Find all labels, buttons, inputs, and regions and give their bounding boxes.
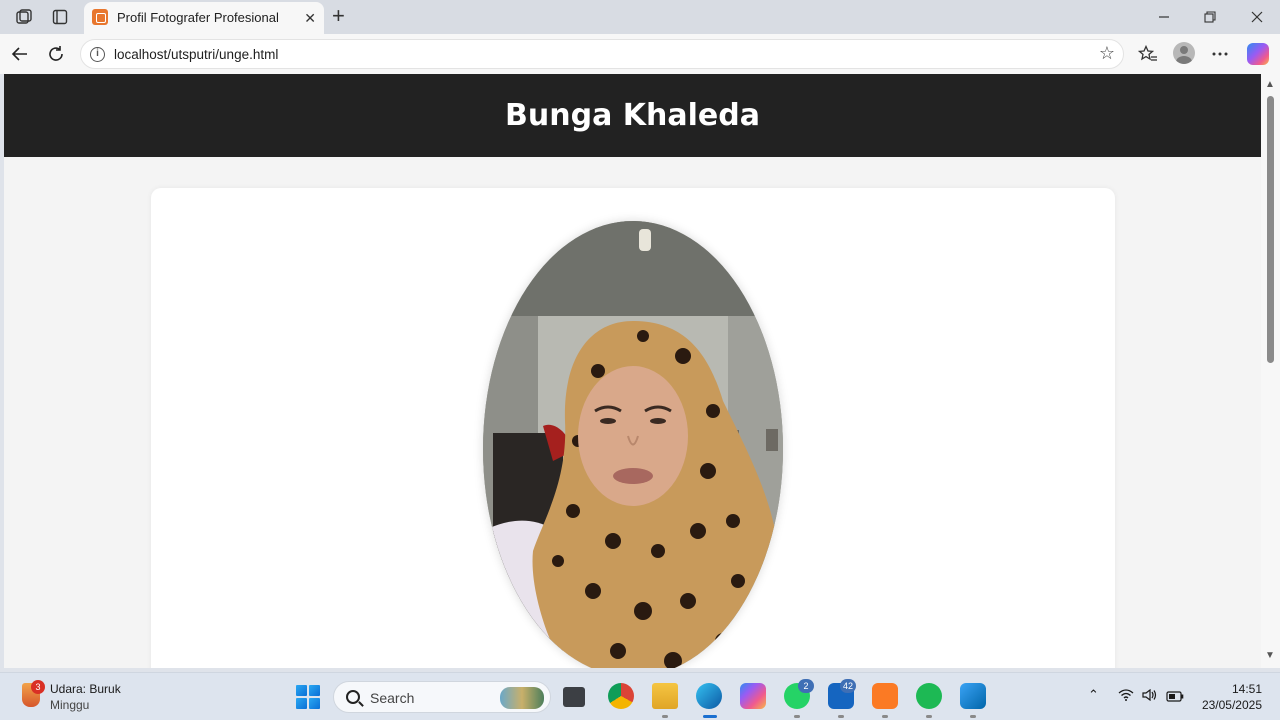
scrollbar-thumb[interactable] bbox=[1267, 96, 1274, 363]
store-badge: 42 bbox=[840, 679, 857, 693]
store-running bbox=[838, 715, 844, 718]
star-icon[interactable]: ☆ bbox=[1099, 43, 1115, 64]
xampp-favicon-icon bbox=[92, 9, 108, 25]
info-icon[interactable]: i bbox=[90, 47, 105, 62]
scroll-down-icon[interactable]: ▼ bbox=[1265, 650, 1275, 661]
copilot-app-icon[interactable] bbox=[740, 683, 766, 709]
vscode-icon[interactable] bbox=[960, 683, 986, 709]
spotify-running bbox=[926, 715, 932, 718]
edge-icon[interactable] bbox=[696, 683, 722, 709]
xampp-running bbox=[882, 715, 888, 718]
xampp-icon[interactable] bbox=[872, 683, 898, 709]
refresh-icon[interactable] bbox=[44, 42, 68, 66]
search-placeholder[interactable]: Search bbox=[370, 690, 414, 706]
whatsapp-badge: 2 bbox=[798, 679, 814, 693]
page-viewport: Bunga Khaleda bbox=[4, 74, 1261, 668]
file-explorer-icon[interactable] bbox=[652, 683, 678, 709]
chevron-up-icon[interactable]: ⌃ bbox=[1088, 687, 1099, 703]
close-icon[interactable] bbox=[1245, 6, 1269, 28]
weather-day[interactable]: Minggu bbox=[50, 698, 89, 712]
start-icon[interactable] bbox=[296, 685, 320, 709]
address-bar[interactable]: i localhost/utsputri/unge.html ☆ bbox=[80, 39, 1124, 69]
profile-icon[interactable] bbox=[1173, 42, 1195, 64]
wifi-icon[interactable] bbox=[1118, 689, 1134, 704]
page-scrollbar[interactable]: ▲ ▼ bbox=[1261, 74, 1280, 668]
tab-bar: Profil Fotografer Profesional ✕ + bbox=[0, 0, 1280, 34]
profile-card bbox=[151, 188, 1115, 668]
task-view-icon[interactable] bbox=[563, 687, 585, 707]
tab-actions-icon[interactable] bbox=[47, 5, 73, 29]
scroll-up-icon[interactable]: ▲ bbox=[1265, 79, 1275, 90]
workspaces-icon[interactable] bbox=[11, 5, 37, 29]
more-icon[interactable] bbox=[1208, 42, 1232, 66]
weather-status[interactable]: Udara: Buruk bbox=[50, 682, 121, 696]
close-tab-icon[interactable]: ✕ bbox=[304, 10, 316, 26]
tab-title: Profil Fotografer Profesional bbox=[117, 10, 279, 25]
address-text[interactable]: localhost/utsputri/unge.html bbox=[114, 47, 278, 62]
whatsapp-running bbox=[794, 715, 800, 718]
vscode-running bbox=[970, 715, 976, 718]
clock-date[interactable]: 23/05/2025 bbox=[1196, 698, 1262, 712]
volume-icon[interactable] bbox=[1142, 688, 1158, 704]
page-title: Bunga Khaleda bbox=[505, 98, 760, 133]
site-header: Bunga Khaleda bbox=[4, 74, 1261, 157]
spotify-icon[interactable] bbox=[916, 683, 942, 709]
back-icon[interactable] bbox=[8, 42, 32, 66]
file-explorer-running bbox=[662, 715, 668, 718]
search-highlight-icon bbox=[500, 687, 544, 709]
new-tab-button[interactable]: + bbox=[332, 5, 345, 27]
battery-icon[interactable] bbox=[1166, 690, 1184, 705]
search-icon bbox=[346, 690, 360, 704]
taskbar: 3 Udara: Buruk Minggu Search 2 42 ⌃ 14:5… bbox=[0, 672, 1280, 720]
navigation-bar: i localhost/utsputri/unge.html ☆ bbox=[0, 34, 1280, 74]
weather-badge: 3 bbox=[31, 680, 45, 694]
restore-icon[interactable] bbox=[1198, 6, 1222, 28]
copilot-icon[interactable] bbox=[1247, 43, 1269, 65]
active-tab[interactable]: Profil Fotografer Profesional ✕ bbox=[84, 2, 324, 34]
taskbar-search[interactable]: Search bbox=[333, 681, 551, 713]
profile-photo bbox=[483, 221, 783, 668]
favorites-icon[interactable] bbox=[1136, 42, 1160, 66]
minimize-icon[interactable] bbox=[1152, 6, 1176, 28]
chrome-icon[interactable] bbox=[608, 683, 634, 709]
edge-running bbox=[703, 715, 717, 718]
clock-time[interactable]: 14:51 bbox=[1200, 682, 1262, 696]
